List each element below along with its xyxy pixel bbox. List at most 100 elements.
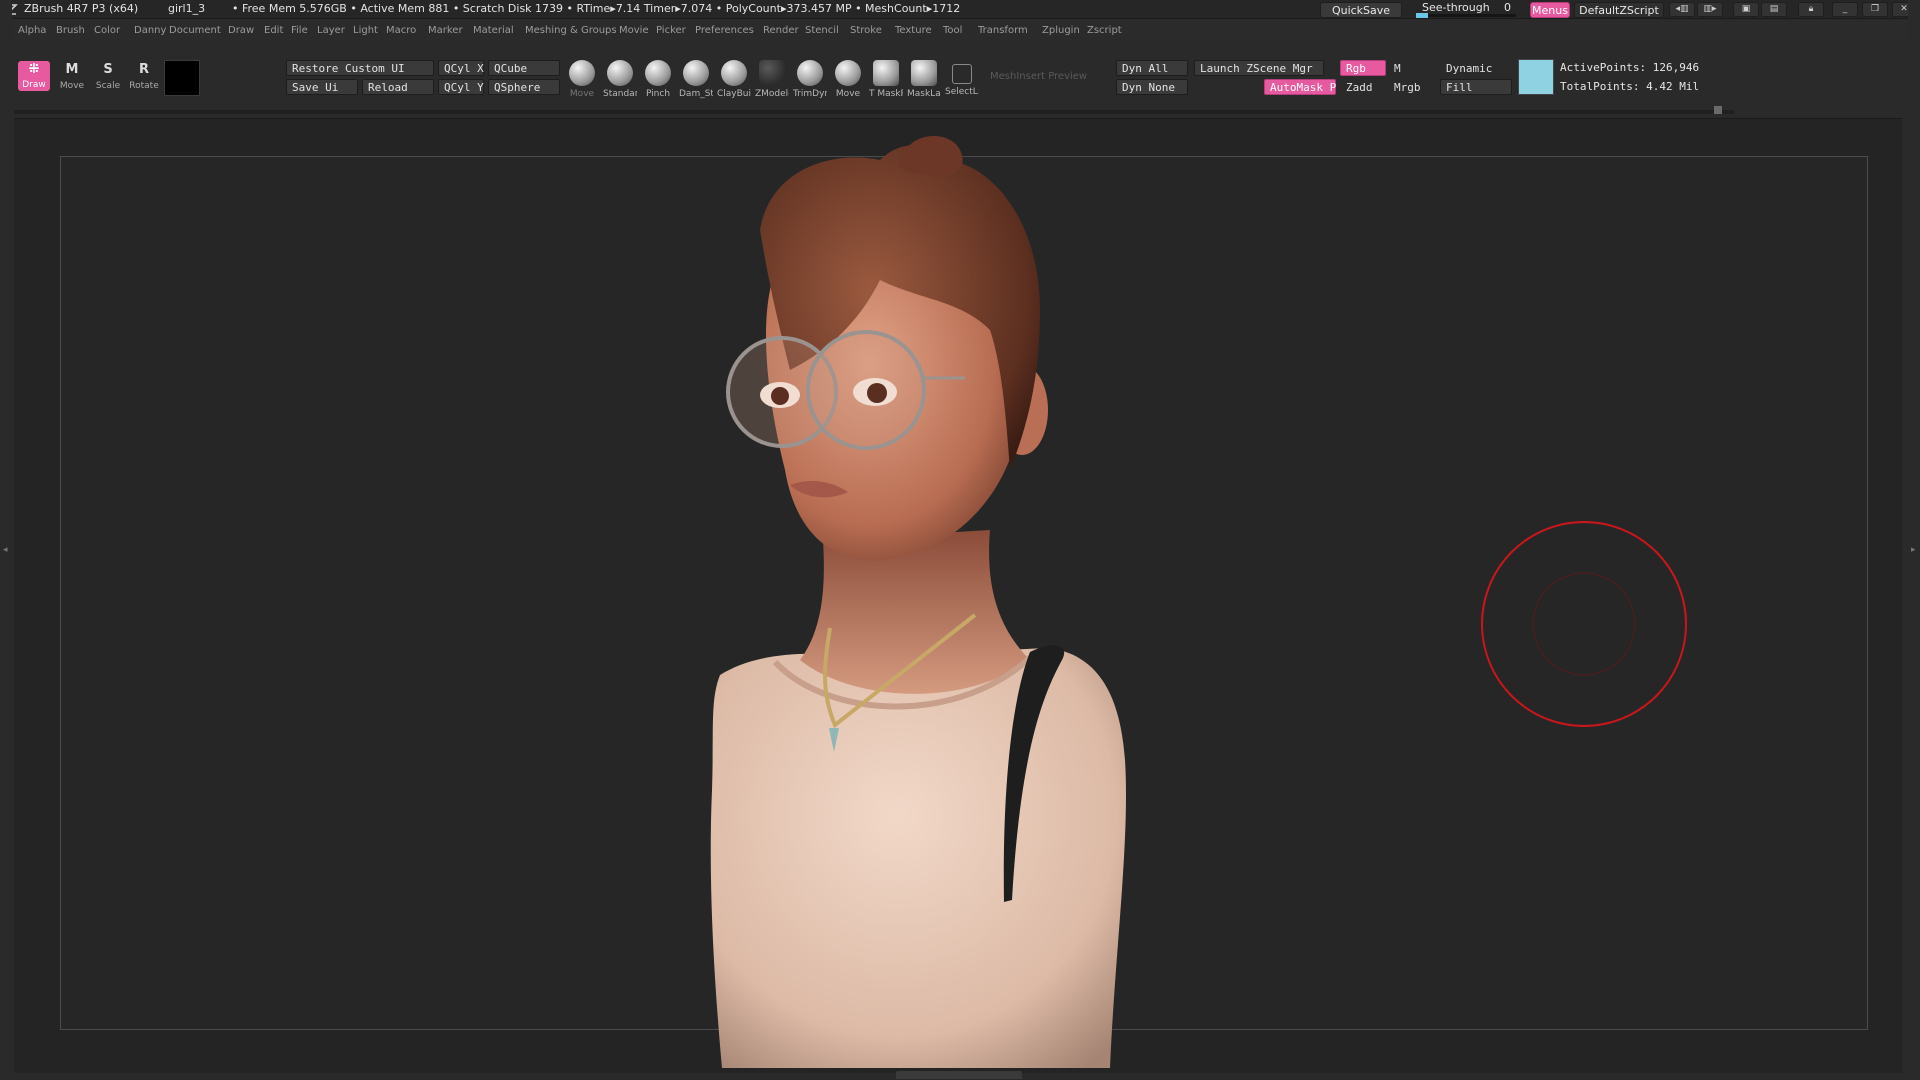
- see-through-track[interactable]: [1416, 13, 1516, 18]
- qcyl-y-button[interactable]: QCyl Y: [438, 79, 484, 95]
- menu-movie[interactable]: Movie: [619, 25, 649, 36]
- menu-file[interactable]: File: [291, 25, 308, 36]
- save-ui-button[interactable]: Save Ui: [286, 79, 358, 95]
- brush-pinch-icon: [645, 60, 671, 86]
- lock-icon[interactable]: 🔒︎: [1798, 2, 1824, 17]
- brush-move-1-icon: [569, 60, 595, 86]
- menu-danny[interactable]: Danny: [134, 25, 166, 36]
- mrgb-button[interactable]: Mrgb: [1388, 79, 1438, 95]
- left-tray-arrow-icon[interactable]: ◂: [3, 545, 9, 555]
- launch-zscene-mgr-button[interactable]: Launch ZScene Mgr: [1194, 60, 1324, 76]
- menu-edit[interactable]: Edit: [264, 25, 283, 36]
- next-layout-icon[interactable]: ▥▸: [1697, 2, 1723, 17]
- menu-preferences[interactable]: Preferences: [695, 25, 754, 36]
- brush-selectlasso[interactable]: SelectL:: [945, 60, 979, 97]
- reload-button[interactable]: Reload: [362, 79, 434, 95]
- memory-stats: • Free Mem 5.576GB • Active Mem 881 • Sc…: [232, 2, 961, 15]
- file-name: girl1_3: [168, 2, 206, 15]
- menu-document[interactable]: Document: [169, 25, 221, 36]
- m-button[interactable]: M: [1388, 60, 1434, 76]
- dyn-all-button[interactable]: Dyn All: [1116, 60, 1188, 76]
- menu-color[interactable]: Color: [94, 25, 120, 36]
- see-through-value: 0: [1504, 1, 1511, 14]
- meshinsert-preview[interactable]: MeshInsert Preview: [984, 68, 1108, 84]
- brush-trimdynamic[interactable]: TrimDyr: [793, 60, 827, 99]
- right-tray-arrow-icon[interactable]: ▸: [1911, 545, 1917, 555]
- brush-trimdynamic-icon: [797, 60, 823, 86]
- menu-texture[interactable]: Texture: [895, 25, 932, 36]
- document-canvas[interactable]: [60, 156, 1868, 1030]
- brush-masklasso[interactable]: MaskLa:: [907, 60, 941, 99]
- shelf-scroll-handle[interactable]: [1714, 106, 1722, 114]
- default-zscript-button[interactable]: DefaultZScript: [1574, 2, 1664, 18]
- menu-stroke[interactable]: Stroke: [850, 25, 882, 36]
- brush-pinch[interactable]: Pinch: [641, 60, 675, 99]
- draw-tool-button[interactable]: ⁜ Draw: [18, 61, 50, 91]
- brush-move-2[interactable]: Move: [831, 60, 865, 99]
- rotate-icon: R: [138, 62, 149, 77]
- minimize-icon[interactable]: _: [1832, 2, 1858, 17]
- dyn-none-button[interactable]: Dyn None: [1116, 79, 1188, 95]
- brush-maskpen[interactable]: T MaskPer: [869, 60, 903, 99]
- ui-layout-1-icon[interactable]: ▣: [1733, 2, 1759, 17]
- menu-light[interactable]: Light: [353, 25, 378, 36]
- quicksave-button[interactable]: QuickSave: [1320, 2, 1402, 18]
- brush-dam-standard-icon: [683, 60, 709, 86]
- menu-meshing-groups[interactable]: Meshing & Groups: [525, 25, 617, 36]
- menu-picker[interactable]: Picker: [656, 25, 686, 36]
- menu-render[interactable]: Render: [763, 25, 799, 36]
- menu-draw[interactable]: Draw: [228, 25, 254, 36]
- qcube-button[interactable]: QCube: [488, 60, 560, 76]
- zadd-button[interactable]: Zadd: [1340, 79, 1386, 95]
- top-shelf: ⁜ Draw M Move S Scale R Rotate Restore C…: [0, 48, 1920, 114]
- brush-zmodeler[interactable]: ZModele: [755, 60, 789, 99]
- menu-material[interactable]: Material: [473, 25, 514, 36]
- menu-tool[interactable]: Tool: [943, 25, 962, 36]
- brush-claybuildup-label: ClayBuil: [717, 89, 751, 99]
- fill-button[interactable]: Fill: [1440, 79, 1512, 95]
- brush-claybuildup-icon: [721, 60, 747, 86]
- scale-tool-button[interactable]: S Scale: [92, 61, 124, 91]
- brush-claybuildup[interactable]: ClayBuil: [717, 60, 751, 99]
- menu-brush[interactable]: Brush: [56, 25, 85, 36]
- right-tray-rail[interactable]: [1908, 0, 1920, 1080]
- active-points: ActivePoints: 126,946: [1560, 61, 1700, 74]
- brush-move-1-label: Move: [569, 89, 595, 99]
- menu-marker[interactable]: Marker: [428, 25, 463, 36]
- menus-button[interactable]: Menus: [1530, 2, 1570, 18]
- dynamic-button[interactable]: Dynamic: [1440, 60, 1512, 76]
- brush-selectlasso-icon: [952, 64, 972, 84]
- bottom-tray-handle[interactable]: [896, 1071, 1022, 1079]
- move-tool-button[interactable]: M Move: [56, 61, 88, 91]
- brush-move-2-icon: [835, 60, 861, 86]
- rgb-button[interactable]: Rgb: [1340, 60, 1386, 76]
- brush-masklasso-label: MaskLa:: [907, 89, 941, 99]
- brush-zmodeler-icon: [759, 60, 785, 86]
- menu-macro[interactable]: Macro: [386, 25, 416, 36]
- menu-zscript[interactable]: Zscript: [1087, 25, 1122, 36]
- menu-layer[interactable]: Layer: [317, 25, 345, 36]
- qcyl-x-button[interactable]: QCyl X: [438, 60, 484, 76]
- draw-icon: ⁜: [28, 62, 40, 77]
- qsphere-button[interactable]: QSphere: [488, 79, 560, 95]
- menu-alpha[interactable]: Alpha: [18, 25, 46, 36]
- menu-stencil[interactable]: Stencil: [805, 25, 839, 36]
- menu-transform[interactable]: Transform: [978, 25, 1028, 36]
- draw-tool-label: Draw: [22, 80, 46, 90]
- prev-layout-icon[interactable]: ◂▥: [1669, 2, 1695, 17]
- see-through-knob[interactable]: [1416, 13, 1428, 18]
- brush-pinch-label: Pinch: [645, 89, 671, 99]
- restore-icon[interactable]: ❐: [1862, 2, 1888, 17]
- menu-zplugin[interactable]: Zplugin: [1042, 25, 1080, 36]
- automask-button[interactable]: AutoMask P: [1264, 79, 1336, 95]
- brush-dam-standard[interactable]: Dam_St: [679, 60, 713, 99]
- brush-standard[interactable]: Standar: [603, 60, 637, 99]
- ui-layout-2-icon[interactable]: ▤: [1761, 2, 1787, 17]
- left-tray-rail[interactable]: [0, 0, 12, 1080]
- brush-move-1[interactable]: Move: [565, 60, 599, 99]
- material-swatch[interactable]: [1518, 59, 1554, 95]
- restore-custom-ui-button[interactable]: Restore Custom UI: [286, 60, 434, 76]
- rotate-tool-button[interactable]: R Rotate: [128, 61, 160, 91]
- main-color-swatch[interactable]: [164, 60, 200, 96]
- shelf-scrollbar[interactable]: [14, 110, 1734, 114]
